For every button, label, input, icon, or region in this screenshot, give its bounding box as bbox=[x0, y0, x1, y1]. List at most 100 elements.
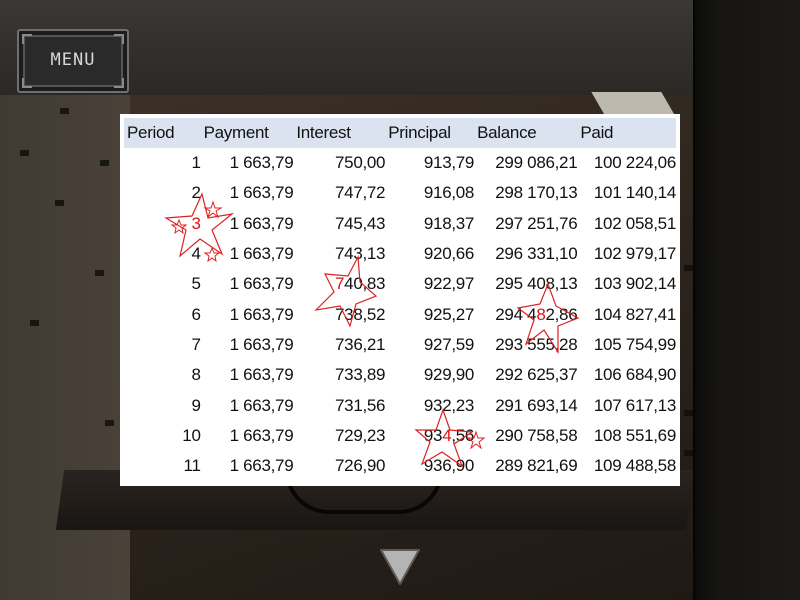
cell-principal: 925,27 bbox=[423, 304, 475, 324]
navigate-down-button[interactable] bbox=[378, 546, 422, 588]
cell-payment: 1 663,79 bbox=[229, 183, 294, 203]
cell-interest: 733,89 bbox=[335, 365, 386, 385]
cell-balance: 290 758,58 bbox=[495, 425, 578, 445]
cell-paid: 105 754,99 bbox=[593, 334, 676, 354]
table-row: 5 1 663,79 740,83 922,97 295 408,13 103 902,1… bbox=[124, 269, 676, 299]
cell-balance: 289 821,69 bbox=[495, 456, 578, 476]
cell-period: 2 bbox=[191, 183, 201, 203]
cell-interest: 745,43 bbox=[335, 213, 386, 233]
header-principal: Principal bbox=[385, 118, 475, 148]
cell-balance: 298 170,13 bbox=[495, 183, 578, 203]
cell-period: 1 bbox=[191, 153, 201, 173]
cell-paid: 107 617,13 bbox=[593, 395, 676, 415]
header-interest: Interest bbox=[293, 118, 386, 148]
floor-tile bbox=[60, 108, 69, 114]
cell-interest: 743,13 bbox=[335, 244, 386, 264]
table-row: 6 1 663,79 738,52 925,27 294 482,86 104 827,4… bbox=[124, 299, 676, 329]
cell-paid: 101 140,14 bbox=[593, 183, 676, 203]
cell-period: 8 bbox=[191, 365, 201, 385]
cell-interest: 750,00 bbox=[335, 153, 386, 173]
header-paid: Paid bbox=[577, 118, 676, 148]
cell-interest: 731,56 bbox=[335, 395, 386, 415]
table-body: 1 1 663,79 750,00 913,79 299 086,21 100 224,0… bbox=[124, 148, 676, 481]
cell-principal: 918,37 bbox=[423, 213, 475, 233]
menu-button[interactable]: MENU bbox=[17, 29, 129, 93]
table-row: 4 1 663,79 743,13 920,66 296 331,10 102 979,1… bbox=[124, 239, 676, 269]
cell-paid: 102 058,51 bbox=[593, 213, 676, 233]
cell-period: 9 bbox=[191, 395, 201, 415]
cell-period: 7 bbox=[191, 334, 201, 354]
cell-payment: 1 663,79 bbox=[229, 334, 294, 354]
header-period: Period bbox=[124, 118, 201, 148]
highlighted-digit: 8 bbox=[536, 304, 546, 324]
floor-tile bbox=[684, 265, 693, 271]
highlighted-digit: 3 bbox=[191, 213, 201, 233]
cell-payment: 1 663,79 bbox=[229, 244, 294, 264]
cell-balance: 294 482,86 bbox=[495, 304, 578, 324]
floor-tile bbox=[684, 410, 693, 416]
cell-payment: 1 663,79 bbox=[229, 274, 294, 294]
cell-paid: 104 827,41 bbox=[593, 304, 676, 324]
cell-principal: 936,90 bbox=[423, 456, 475, 476]
cell-principal: 934,56 bbox=[423, 425, 475, 445]
corner-bracket bbox=[22, 78, 32, 88]
cell-balance: 299 086,21 bbox=[495, 153, 578, 173]
cell-balance: 293 555,28 bbox=[495, 334, 578, 354]
floor-tile bbox=[95, 270, 104, 276]
floor-tile bbox=[105, 420, 114, 426]
cell-period: 10 bbox=[182, 425, 201, 445]
table-row: 1 1 663,79 750,00 913,79 299 086,21 100 224,0… bbox=[124, 148, 676, 178]
cell-principal: 922,97 bbox=[423, 274, 475, 294]
cell-payment: 1 663,79 bbox=[229, 365, 294, 385]
table-row: 3 1 663,79 745,43 918,37 297 251,76 102 058,5… bbox=[124, 209, 676, 239]
cell-balance: 291 693,14 bbox=[495, 395, 578, 415]
cell-principal: 927,59 bbox=[423, 334, 475, 354]
cell-paid: 103 902,14 bbox=[593, 274, 676, 294]
header-balance: Balance bbox=[474, 118, 578, 148]
cell-principal: 920,66 bbox=[423, 244, 475, 264]
cell-principal: 932,23 bbox=[423, 395, 475, 415]
cell-principal: 929,90 bbox=[423, 365, 475, 385]
cell-period: 5 bbox=[191, 274, 201, 294]
amortization-sheet: Period Payment Interest Principal Balanc… bbox=[120, 114, 680, 486]
floor-tile bbox=[20, 150, 29, 156]
highlighted-digit: 7 bbox=[335, 274, 345, 294]
cell-payment: 1 663,79 bbox=[229, 395, 294, 415]
table-row: 11 1 663,79 726,90 936,90 289 821,69 109 488,… bbox=[124, 451, 677, 481]
cell-paid: 106 684,90 bbox=[593, 365, 676, 385]
dark-doorway bbox=[695, 0, 800, 600]
cell-interest: 747,72 bbox=[335, 183, 386, 203]
cell-period: 4 bbox=[191, 244, 201, 264]
cell-period: 11 bbox=[183, 456, 201, 476]
table-row: 8 1 663,79 733,89 929,90 292 625,37 106 684,9… bbox=[124, 360, 676, 390]
cell-principal: 913,79 bbox=[423, 153, 475, 173]
cell-interest: 726,90 bbox=[335, 456, 386, 476]
floor-tile bbox=[30, 320, 39, 326]
cell-payment: 1 663,79 bbox=[229, 425, 294, 445]
cell-balance: 292 625,37 bbox=[495, 365, 578, 385]
floor-tile bbox=[684, 450, 693, 456]
floor-tile bbox=[55, 200, 64, 206]
header-payment: Payment bbox=[200, 118, 294, 148]
cell-paid: 102 979,17 bbox=[593, 244, 676, 264]
amortization-table: Period Payment Interest Principal Balanc… bbox=[124, 118, 676, 481]
cell-paid: 109 488,58 bbox=[593, 456, 676, 476]
corner-bracket bbox=[22, 34, 32, 44]
down-arrow-icon bbox=[380, 549, 420, 585]
highlighted-digit: 4 bbox=[442, 425, 452, 445]
cell-balance: 297 251,76 bbox=[495, 213, 578, 233]
cell-period: 6 bbox=[191, 304, 201, 324]
table-row: 2 1 663,79 747,72 916,08 298 170,13 101 140,1… bbox=[124, 178, 676, 208]
corner-bracket bbox=[114, 34, 124, 44]
cell-payment: 1 663,79 bbox=[229, 213, 294, 233]
cell-balance: 295 408,13 bbox=[495, 274, 578, 294]
cell-payment: 1 663,79 bbox=[229, 153, 294, 173]
cell-payment: 1 663,79 bbox=[229, 304, 294, 324]
table-row: 9 1 663,79 731,56 932,23 291 693,14 107 617,1… bbox=[124, 390, 676, 420]
cell-paid: 108 551,69 bbox=[593, 425, 676, 445]
cell-principal: 916,08 bbox=[423, 183, 475, 203]
table-row: 7 1 663,79 736,21 927,59 293 555,28 105 754,9… bbox=[124, 330, 676, 360]
cell-interest: 729,23 bbox=[335, 425, 386, 445]
cell-interest: 738,52 bbox=[335, 304, 386, 324]
cell-payment: 1 663,79 bbox=[229, 456, 294, 476]
